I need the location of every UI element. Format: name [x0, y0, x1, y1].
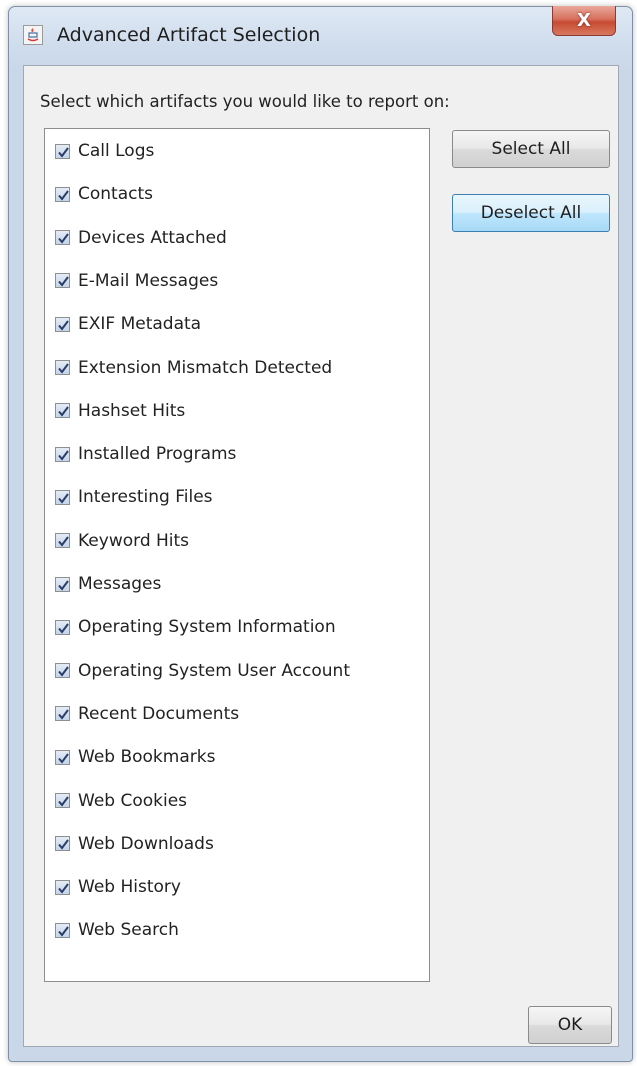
select-all-button[interactable]: Select All [452, 130, 610, 168]
artifact-checkbox[interactable] [55, 230, 70, 246]
artifact-checkbox[interactable] [55, 576, 70, 592]
artifact-label: Call Logs [78, 141, 155, 161]
artifact-item[interactable]: Web History [55, 873, 181, 901]
checkmark-icon [58, 406, 69, 417]
artifact-item[interactable]: Web Bookmarks [55, 743, 215, 771]
artifact-item[interactable]: Contacts [55, 180, 153, 208]
close-icon: X [577, 10, 591, 31]
artifact-checkbox[interactable] [55, 706, 70, 722]
checkmark-icon [58, 190, 69, 201]
artifact-checkbox[interactable] [55, 793, 70, 808]
artifact-item[interactable]: EXIF Metadata [55, 310, 201, 338]
artifact-item[interactable]: Devices Attached [55, 224, 227, 252]
artifact-checkbox[interactable] [55, 922, 70, 938]
artifact-label: Web Bookmarks [78, 747, 216, 768]
artifact-checkbox[interactable] [55, 186, 70, 202]
ok-button[interactable]: OK [528, 1006, 612, 1044]
artifact-checkbox[interactable] [55, 533, 70, 549]
artifact-label: Extension Mismatch Detected [78, 357, 333, 378]
artifact-label: Devices Attached [78, 227, 227, 248]
checkmark-icon [58, 623, 69, 634]
artifact-item[interactable]: Hashset Hits [55, 397, 185, 425]
artifact-item[interactable]: Operating System Information [55, 613, 336, 641]
window-title: Advanced Artifact Selection [57, 24, 321, 46]
artifact-item[interactable]: Keyword Hits [55, 527, 189, 555]
artifact-checkbox[interactable] [55, 143, 70, 159]
artifact-label: Operating System Information [78, 617, 336, 638]
artifact-item[interactable]: Recent Documents [55, 700, 239, 728]
close-button[interactable]: X [552, 6, 616, 36]
checkmark-icon [58, 449, 69, 461]
artifact-checkbox[interactable] [55, 749, 70, 765]
dialog-window: Advanced Artifact Selection X Select whi… [8, 6, 633, 1062]
checkmark-icon [58, 536, 69, 547]
dialog-content: Select which artifacts you would like to… [23, 65, 619, 1047]
artifact-checkbox[interactable] [55, 446, 70, 462]
artifact-list[interactable]: Call Logs Contacts Devices Attached E-Mail … [44, 128, 430, 982]
artifact-label: Keyword Hits [78, 530, 190, 551]
java-app-icon [23, 25, 43, 45]
artifact-item[interactable]: Web Search [55, 916, 179, 944]
artifact-label: Web Downloads [78, 833, 214, 854]
artifact-label: Messages [78, 574, 162, 594]
artifact-checkbox[interactable] [55, 489, 70, 505]
artifact-checkbox[interactable] [55, 316, 70, 332]
checkmark-icon [58, 796, 69, 807]
artifact-checkbox[interactable] [55, 360, 70, 375]
artifact-checkbox[interactable] [55, 619, 70, 635]
artifact-label: Contacts [78, 184, 153, 205]
checkmark-icon [58, 276, 69, 287]
artifact-item[interactable]: Operating System User Account [55, 657, 350, 685]
checkmark-icon [58, 839, 69, 850]
artifact-checkbox[interactable] [55, 403, 70, 419]
artifact-checkbox[interactable] [55, 879, 70, 895]
artifact-item[interactable]: Web Cookies [55, 787, 187, 815]
artifact-label: Recent Documents [78, 703, 240, 724]
artifact-label: Web Search [78, 920, 179, 941]
artifact-item[interactable]: Web Downloads [55, 830, 214, 858]
artifact-item[interactable]: Installed Programs [55, 440, 236, 468]
artifact-label: Interesting Files [78, 487, 213, 508]
artifact-label: Web Cookies [78, 790, 188, 811]
checkmark-icon [58, 493, 69, 504]
artifact-item[interactable]: Extension Mismatch Detected [55, 354, 332, 382]
artifact-label: Hashset Hits [78, 400, 186, 421]
checkmark-icon [58, 709, 69, 720]
checkmark-icon [58, 579, 69, 591]
instruction-label: Select which artifacts you would like to… [40, 92, 450, 111]
artifact-item[interactable]: E-Mail Messages [55, 267, 218, 295]
deselect-all-button[interactable]: Deselect All [452, 194, 610, 232]
artifact-label: Web History [78, 877, 181, 898]
artifact-checkbox[interactable] [55, 273, 70, 289]
artifact-item[interactable]: Messages [55, 570, 161, 598]
artifact-item[interactable]: Call Logs [55, 137, 154, 165]
artifact-checkbox[interactable] [55, 836, 70, 852]
artifact-label: EXIF Metadata [78, 314, 202, 335]
checkmark-icon [58, 753, 69, 764]
checkmark-icon [58, 320, 69, 331]
checkmark-icon [58, 363, 69, 374]
artifact-label: E-Mail Messages [78, 270, 219, 291]
checkmark-icon [58, 666, 69, 677]
checkmark-icon [58, 882, 69, 894]
checkmark-icon [58, 926, 69, 937]
artifact-item[interactable]: Interesting Files [55, 483, 213, 511]
artifact-label: Operating System User Account [78, 660, 350, 681]
title-bar[interactable]: Advanced Artifact Selection X [9, 6, 632, 65]
artifact-label: Installed Programs [78, 444, 237, 465]
artifact-checkbox[interactable] [55, 663, 70, 679]
checkmark-icon [58, 233, 69, 244]
checkmark-icon [58, 146, 69, 158]
